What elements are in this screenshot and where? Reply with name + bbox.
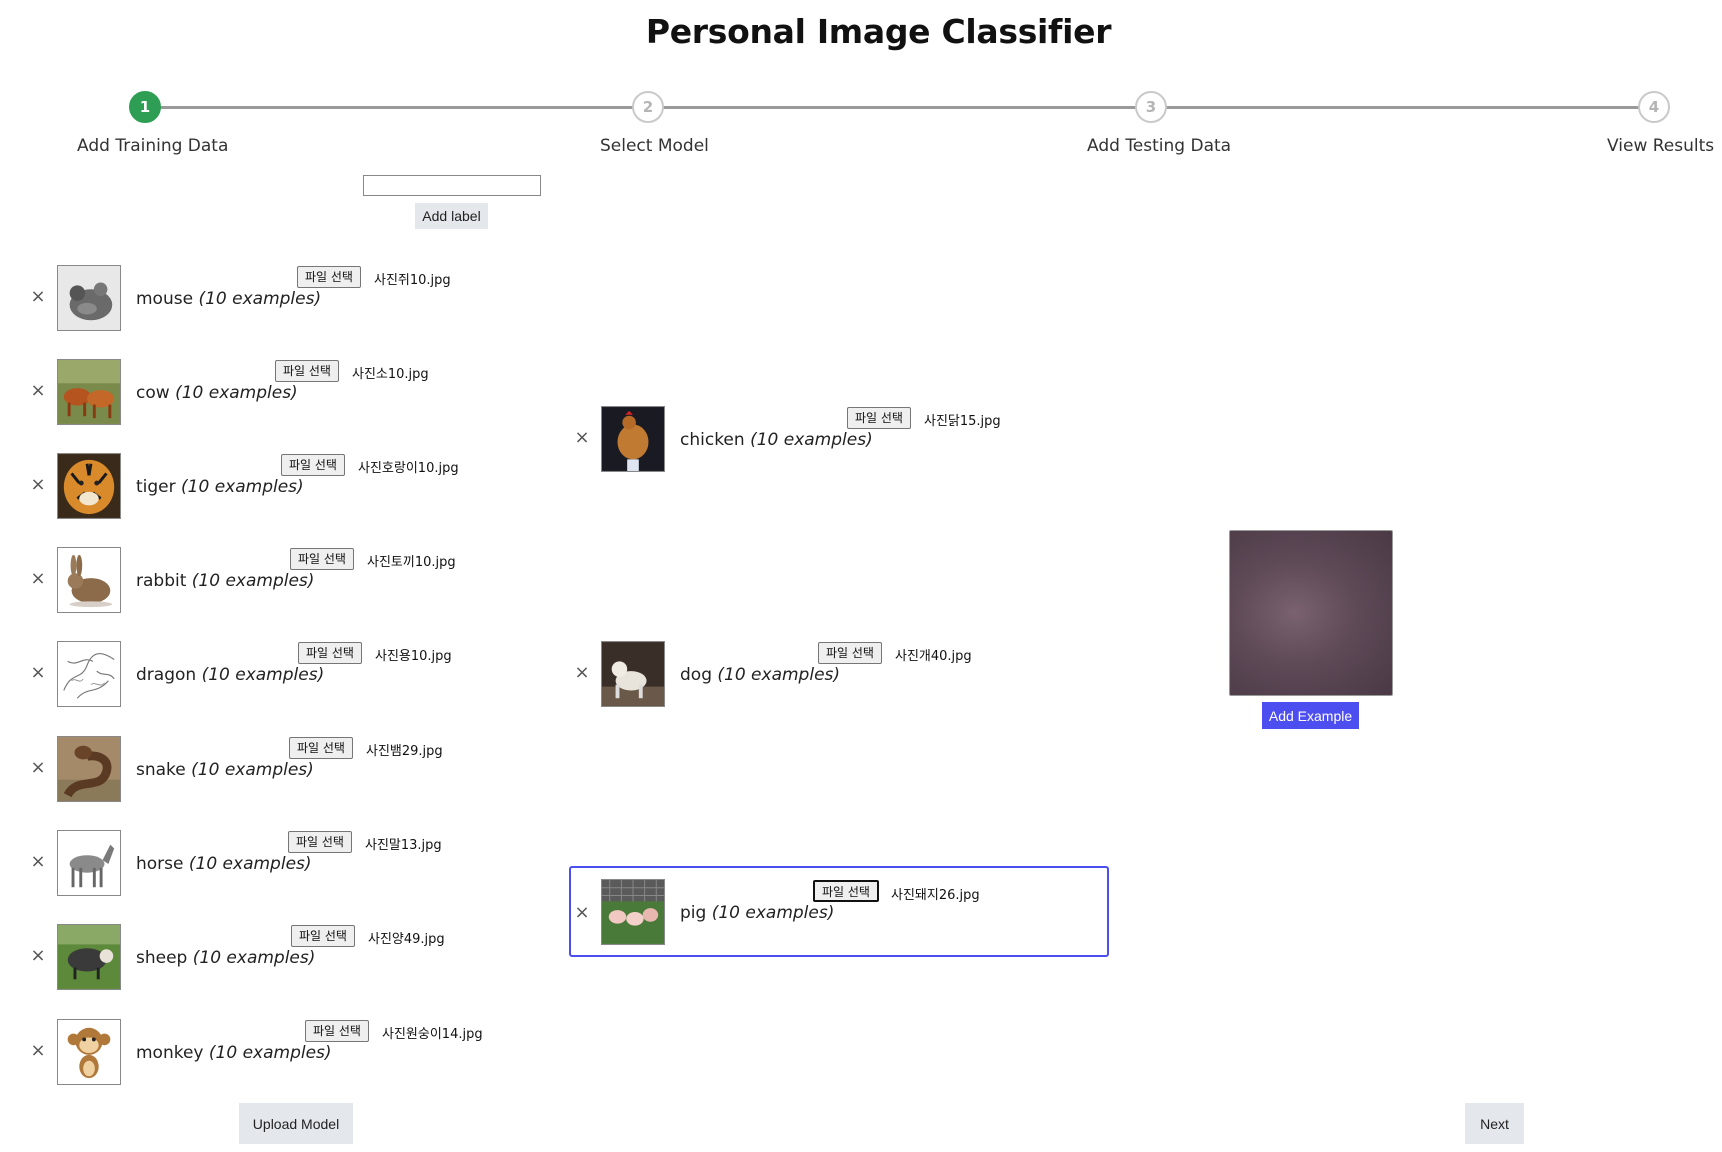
- class-thumbnail-sheep: [57, 924, 121, 990]
- file-select-monkey-button[interactable]: 파일 선택: [305, 1020, 369, 1042]
- step-4-label: View Results: [1607, 136, 1715, 156]
- file-select-pig-button[interactable]: 파일 선택: [813, 880, 879, 902]
- webcam-preview: [1229, 530, 1393, 696]
- delete-class-sheep-button[interactable]: ×: [28, 945, 48, 966]
- step-3-label: Add Testing Data: [1087, 136, 1232, 156]
- step-1-circle[interactable]: 1: [129, 91, 161, 123]
- class-thumbnail-dragon: [57, 641, 121, 707]
- file-name-snake: 사진뱀29.jpg: [366, 744, 443, 759]
- file-name-cow: 사진소10.jpg: [352, 367, 429, 382]
- file-select-sheep-button[interactable]: 파일 선택: [291, 925, 355, 947]
- class-thumbnail-dog: [601, 641, 665, 707]
- file-select-snake-button[interactable]: 파일 선택: [289, 737, 353, 759]
- step-2-circle[interactable]: 2: [632, 91, 664, 123]
- step-3-circle[interactable]: 3: [1135, 91, 1167, 123]
- file-name-dog: 사진개40.jpg: [895, 649, 972, 664]
- delete-class-monkey-button[interactable]: ×: [28, 1040, 48, 1061]
- delete-class-dragon-button[interactable]: ×: [28, 662, 48, 683]
- class-thumbnail-chicken: [601, 406, 665, 472]
- file-select-horse-button[interactable]: 파일 선택: [288, 831, 352, 853]
- file-name-mouse: 사진쥐10.jpg: [374, 273, 451, 288]
- class-label-cow: cow (10 examples): [136, 383, 298, 403]
- file-select-chicken-button[interactable]: 파일 선택: [847, 407, 911, 429]
- file-name-monkey: 사진원숭이14.jpg: [382, 1027, 483, 1042]
- class-thumbnail-snake: [57, 736, 121, 802]
- file-select-dragon-button[interactable]: 파일 선택: [298, 642, 362, 664]
- file-name-pig: 사진돼지26.jpg: [891, 888, 980, 903]
- class-label-chicken: chicken (10 examples): [680, 430, 873, 450]
- next-button[interactable]: Next: [1465, 1103, 1524, 1144]
- class-thumbnail-horse: [57, 830, 121, 896]
- file-select-rabbit-button[interactable]: 파일 선택: [290, 548, 354, 570]
- class-label-dog: dog (10 examples): [680, 665, 841, 685]
- file-name-chicken: 사진닭15.jpg: [924, 414, 1001, 429]
- delete-class-cow-button[interactable]: ×: [28, 380, 48, 401]
- class-thumbnail-pig: [601, 879, 665, 945]
- label-input[interactable]: [363, 175, 541, 196]
- delete-class-dog-button[interactable]: ×: [572, 662, 592, 683]
- class-label-rabbit: rabbit (10 examples): [136, 571, 315, 591]
- delete-class-snake-button[interactable]: ×: [28, 757, 48, 778]
- file-select-tiger-button[interactable]: 파일 선택: [281, 454, 345, 476]
- file-name-sheep: 사진양49.jpg: [368, 932, 445, 947]
- delete-class-rabbit-button[interactable]: ×: [28, 568, 48, 589]
- class-thumbnail-cow: [57, 359, 121, 425]
- step-1-label: Add Training Data: [77, 136, 229, 156]
- file-select-dog-button[interactable]: 파일 선택: [818, 642, 882, 664]
- file-name-horse: 사진말13.jpg: [365, 838, 442, 853]
- file-name-rabbit: 사진토끼10.jpg: [367, 555, 456, 570]
- class-thumbnail-mouse: [57, 265, 121, 331]
- class-label-monkey: monkey (10 examples): [136, 1043, 332, 1063]
- class-label-tiger: tiger (10 examples): [136, 477, 304, 497]
- file-name-tiger: 사진호랑이10.jpg: [358, 461, 459, 476]
- class-label-mouse: mouse (10 examples): [136, 289, 322, 309]
- class-label-pig: pig (10 examples): [680, 903, 835, 923]
- step-4-circle[interactable]: 4: [1638, 91, 1670, 123]
- page-title: Personal Image Classifier: [645, 12, 1112, 51]
- class-thumbnail-tiger: [57, 453, 121, 519]
- delete-class-pig-button[interactable]: ×: [572, 902, 592, 923]
- step-2-label: Select Model: [600, 136, 709, 156]
- class-label-horse: horse (10 examples): [136, 854, 312, 874]
- file-select-mouse-button[interactable]: 파일 선택: [297, 266, 361, 288]
- delete-class-chicken-button[interactable]: ×: [572, 427, 592, 448]
- file-name-dragon: 사진용10.jpg: [375, 649, 452, 664]
- class-label-snake: snake (10 examples): [136, 760, 314, 780]
- add-label-button[interactable]: Add label: [415, 203, 488, 229]
- file-select-cow-button[interactable]: 파일 선택: [275, 360, 339, 382]
- add-example-button[interactable]: Add Example: [1262, 702, 1359, 729]
- class-thumbnail-rabbit: [57, 547, 121, 613]
- class-label-sheep: sheep (10 examples): [136, 948, 316, 968]
- delete-class-horse-button[interactable]: ×: [28, 851, 48, 872]
- class-label-dragon: dragon (10 examples): [136, 665, 325, 685]
- class-thumbnail-monkey: [57, 1019, 121, 1085]
- stepper-line: [145, 106, 1662, 109]
- upload-model-button[interactable]: Upload Model: [239, 1103, 353, 1144]
- delete-class-tiger-button[interactable]: ×: [28, 474, 48, 495]
- delete-class-mouse-button[interactable]: ×: [28, 286, 48, 307]
